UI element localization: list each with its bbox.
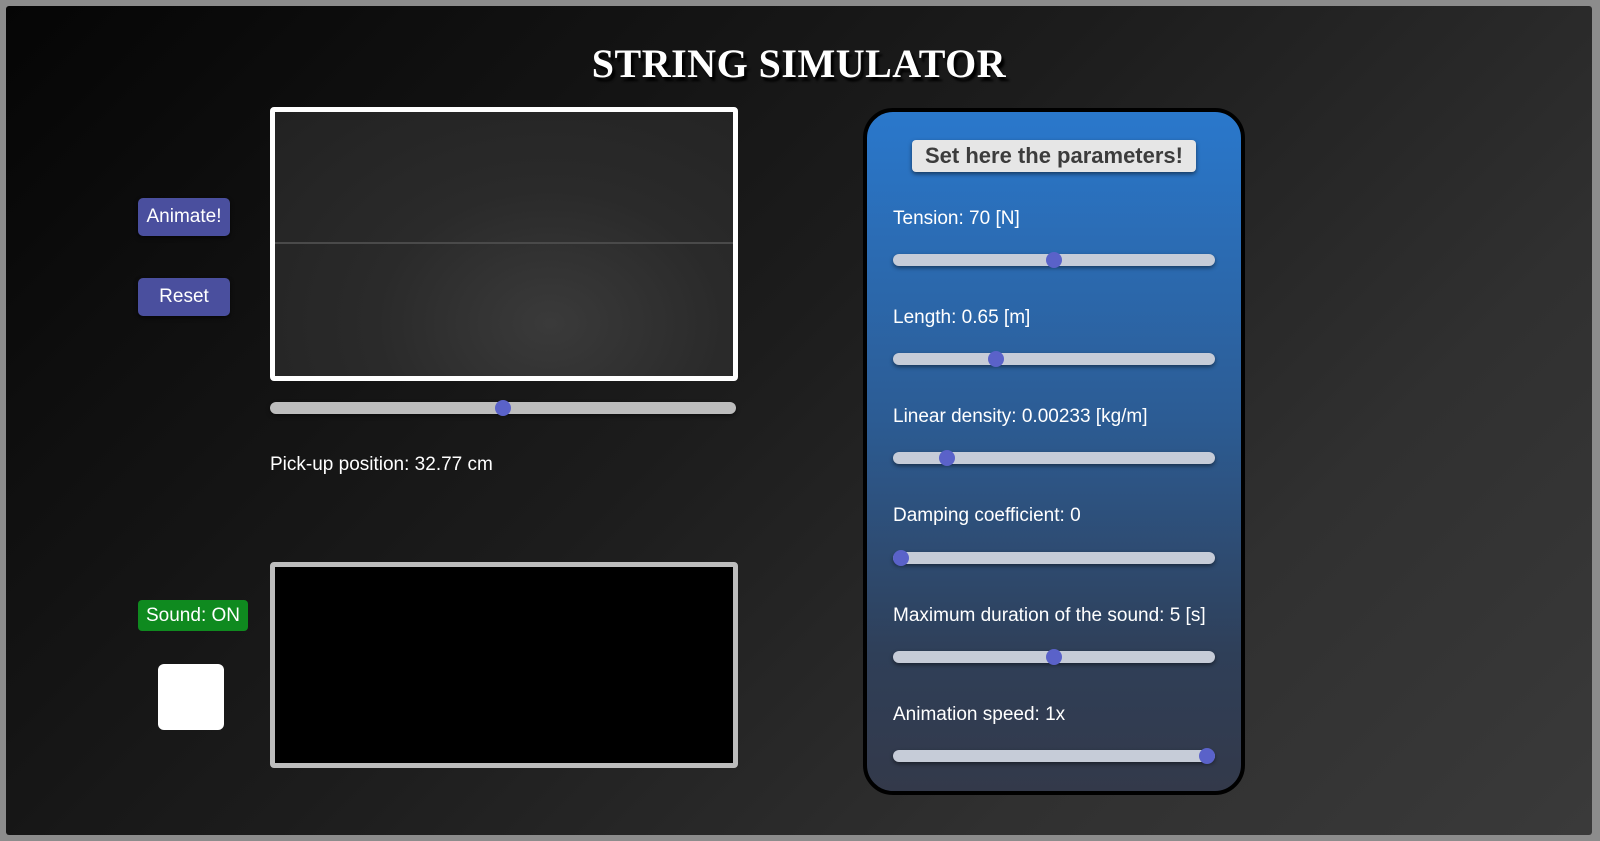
animation-speed-slider-thumb[interactable] xyxy=(1199,748,1215,764)
damping-slider-thumb[interactable] xyxy=(893,550,909,566)
linear-density-label: Linear density: 0.00233 [kg/m] xyxy=(893,406,1148,427)
max-sound-duration-label: Maximum duration of the sound: 5 [s] xyxy=(893,605,1206,626)
tension-slider[interactable] xyxy=(893,252,1215,268)
page-title: STRING SIMULATOR xyxy=(591,41,1007,86)
animation-speed-slider[interactable] xyxy=(893,748,1215,764)
string-color-picker[interactable] xyxy=(158,664,224,730)
damping-coefficient-label: Damping coefficient: 0 xyxy=(893,505,1081,526)
reset-button[interactable]: Reset xyxy=(138,278,230,316)
length-slider-thumb[interactable] xyxy=(987,351,1004,367)
animation-speed-label: Animation speed: 1x xyxy=(893,704,1066,725)
max-sound-duration-slider[interactable] xyxy=(893,649,1215,665)
tension-slider-thumb[interactable] xyxy=(1046,252,1062,268)
damping-coefficient-slider[interactable] xyxy=(893,550,1215,566)
tension-label: Tension: 70 [N] xyxy=(893,208,1020,229)
animate-button[interactable]: Animate! xyxy=(138,198,230,236)
pickup-position-slider[interactable] xyxy=(270,400,736,416)
app-window: STRING SIMULATOR Animate! Reset Pick-up … xyxy=(6,6,1592,835)
pickup-position-label: Pick-up position: 32.77 cm xyxy=(270,454,493,475)
max-duration-slider-thumb[interactable] xyxy=(1046,649,1062,665)
string-line xyxy=(275,242,733,244)
length-slider[interactable] xyxy=(893,351,1215,367)
parameters-heading: Set here the parameters! xyxy=(912,140,1196,172)
linear-density-slider[interactable] xyxy=(893,450,1215,466)
length-label: Length: 0.65 [m] xyxy=(893,307,1031,328)
sound-toggle-button[interactable]: Sound: ON xyxy=(138,600,248,631)
pickup-slider-thumb[interactable] xyxy=(495,400,511,416)
parameters-panel: Set here the parameters! Tension: 70 [N]… xyxy=(863,108,1245,795)
string-animation-canvas xyxy=(270,107,738,381)
linear-density-slider-thumb[interactable] xyxy=(938,450,955,466)
sound-waveform-canvas xyxy=(270,562,738,768)
